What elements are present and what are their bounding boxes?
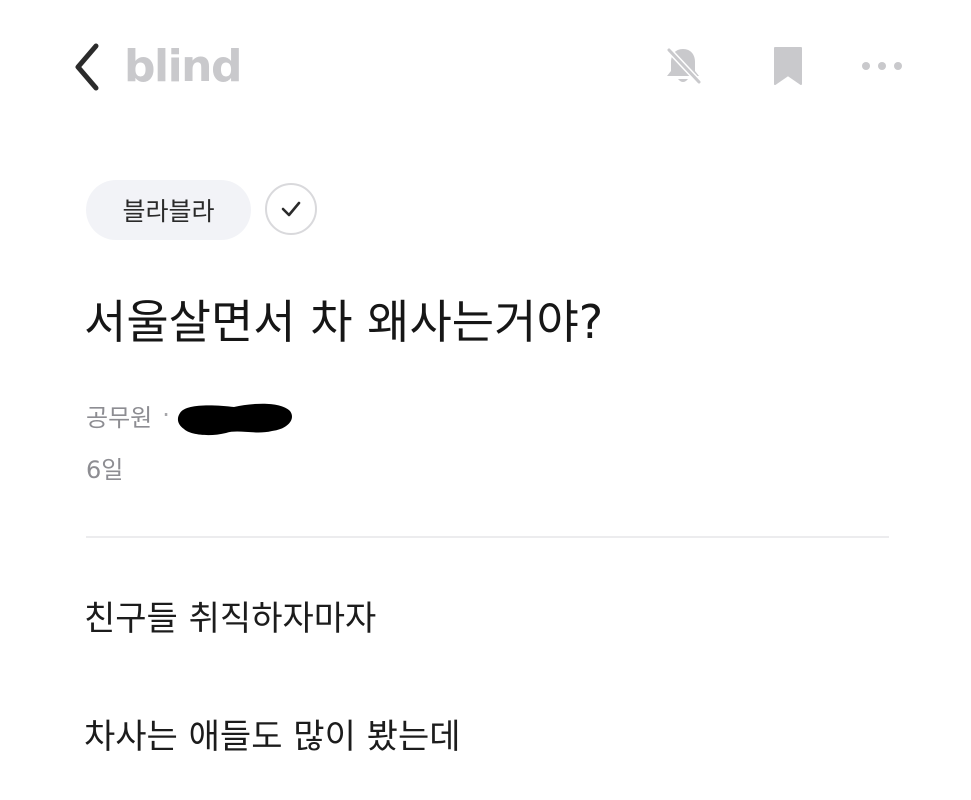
redacted-author-name	[176, 401, 294, 437]
follow-category-button[interactable]	[265, 183, 317, 235]
chevron-left-icon	[75, 43, 99, 91]
post-title: 서울살면서 차 왜사는거야?	[84, 295, 604, 349]
notification-toggle-button[interactable]	[661, 44, 705, 88]
bell-off-icon	[666, 47, 702, 85]
back-button[interactable]	[68, 40, 108, 94]
more-horizontal-icon	[862, 62, 902, 70]
bookmark-icon	[774, 47, 802, 85]
divider	[86, 536, 889, 538]
author-job[interactable]: 공무원	[86, 398, 152, 433]
brand-logo: blind	[124, 41, 242, 92]
more-options-button[interactable]	[858, 44, 906, 88]
check-icon	[281, 201, 301, 217]
post-body-line: 친구들 취직하자마자	[84, 599, 377, 639]
meta-separator: ·	[162, 401, 170, 429]
bookmark-button[interactable]	[766, 44, 810, 88]
post-body-line: 차사는 애들도 많이 봤는데	[84, 717, 461, 757]
post-time: 6일	[86, 456, 124, 484]
top-bar: blind	[0, 0, 971, 135]
post-meta: 공무원 ·	[86, 395, 294, 437]
category-chip[interactable]: 블라블라	[86, 180, 251, 240]
